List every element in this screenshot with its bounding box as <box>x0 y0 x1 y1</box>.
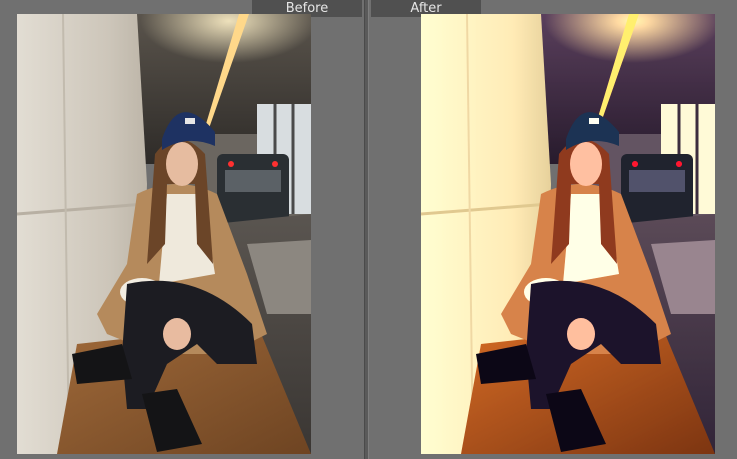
compare-workspace: Before After <box>0 0 737 459</box>
before-photo-image <box>17 14 311 454</box>
after-photo-image <box>421 14 715 454</box>
before-photo[interactable] <box>17 14 311 454</box>
after-photo[interactable] <box>421 14 715 454</box>
